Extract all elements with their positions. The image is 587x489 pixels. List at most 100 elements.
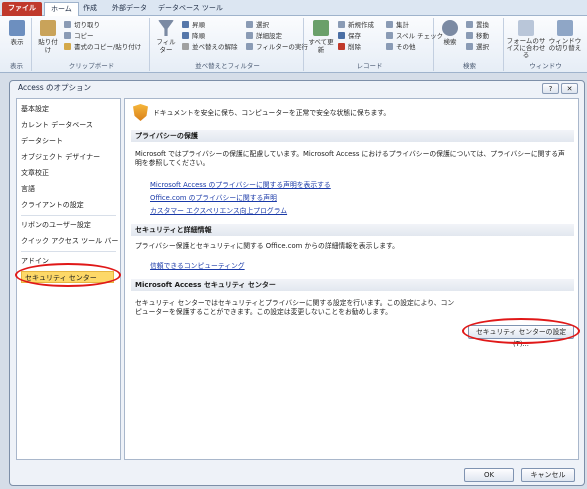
switch-windows-button[interactable]: ウィンドウの切り替え [548, 20, 582, 52]
nav-item-trust-center[interactable]: セキュリティ センター [21, 271, 114, 283]
ribbon-tab-bar: ファイル ホーム 作成 外部データ データベース ツール [0, 0, 587, 16]
sort-descending-button[interactable]: 降順 [182, 32, 205, 41]
help-button[interactable]: ? [542, 83, 559, 94]
view-button[interactable]: 表示 [5, 20, 29, 46]
tab-home[interactable]: ホーム [44, 2, 79, 16]
select-button[interactable]: 選択 [466, 43, 489, 52]
records-group: すべて更新 新規作成 保存 削除 集計 スペル チェック その他 レコード [306, 18, 443, 71]
access-options-dialog: Access のオプション ? ✕ 基本設定 カレント データベース データシー… [9, 80, 585, 486]
spelling-icon [386, 32, 393, 39]
trust-center-settings-button[interactable]: セキュリティ センターの設定(T)... [468, 325, 574, 348]
view-icon [9, 20, 25, 36]
nav-item-general[interactable]: 基本設定 [21, 103, 49, 115]
clear-sort-icon [182, 43, 189, 50]
tab-create[interactable]: 作成 [77, 2, 103, 16]
sort-ascending-button[interactable]: 昇順 [182, 21, 205, 30]
trustworthy-computing-link[interactable]: 信頼できるコンピューティング [150, 260, 245, 270]
ceip-link[interactable]: カスタマー エクスペリエンス向上プログラム [150, 205, 287, 215]
copy-icon [64, 32, 71, 39]
privacy-header: プライバシーの保護 [131, 130, 574, 142]
selection-filter-button[interactable]: 選択 [246, 21, 269, 30]
ok-button[interactable]: OK [464, 468, 514, 482]
window-group: フォームのサイズに合わせる ウィンドウの切り替え ウィンドウ [506, 18, 585, 71]
more-button[interactable]: その他 [386, 43, 416, 52]
records-group-label: レコード [356, 62, 383, 70]
nav-item-datasheet[interactable]: データシート [21, 135, 63, 147]
security-info-header: セキュリティと詳細情報 [131, 224, 574, 236]
ribbon: 表示 表示 貼り付け 切り取り コピー 書式のコピー/貼り付け クリップボード … [0, 16, 587, 73]
delete-record-button[interactable]: 削除 [338, 43, 361, 52]
clipboard-group: 貼り付け 切り取り コピー 書式のコピー/貼り付け クリップボード [34, 18, 150, 71]
goto-button[interactable]: 移動 [466, 32, 489, 41]
trust-center-header: Microsoft Access セキュリティ センター [131, 279, 574, 291]
refresh-all-button[interactable]: すべて更新 [308, 20, 334, 54]
switch-windows-icon [557, 20, 573, 36]
binoculars-icon [442, 20, 458, 36]
paste-icon [40, 20, 56, 36]
delete-icon [338, 43, 345, 50]
paste-button[interactable]: 貼り付け [36, 20, 60, 54]
nav-item-language[interactable]: 言語 [21, 183, 35, 195]
cancel-button[interactable]: キャンセル [521, 468, 575, 482]
sort-filter-group-label: 並べ替えとフィルター [195, 62, 260, 70]
nav-item-client-settings[interactable]: クライアントの設定 [21, 199, 84, 211]
save-record-button[interactable]: 保存 [338, 32, 361, 41]
toggle-filter-button[interactable]: フィルターの実行 [246, 43, 308, 52]
sort-filter-group: フィルター 昇順 降順 並べ替えの解除 選択 詳細設定 フィルターの実行 並べ替… [152, 18, 308, 71]
trust-center-panel: ドキュメントを安全に保ち、コンピューターを正常で安全な状態に保ちます。 プライバ… [124, 98, 580, 460]
tab-external-data[interactable]: 外部データ [106, 2, 153, 16]
new-icon [338, 21, 345, 28]
spelling-button[interactable]: スペル チェック [386, 32, 443, 41]
scissors-icon [64, 21, 71, 28]
nav-item-customize-ribbon[interactable]: リボンのユーザー設定 [21, 219, 91, 231]
more-icon [386, 43, 393, 50]
nav-divider [21, 251, 116, 252]
format-painter-button[interactable]: 書式のコピー/貼り付け [64, 43, 141, 52]
nav-item-current-database[interactable]: カレント データベース [21, 119, 93, 131]
intro-text: ドキュメントを安全に保ち、コンピューターを正常で安全な状態に保ちます。 [153, 109, 391, 117]
fit-window-icon [518, 20, 534, 36]
nav-divider [21, 215, 116, 216]
totals-button[interactable]: 集計 [386, 21, 409, 30]
nav-item-quick-access-toolbar[interactable]: クイック アクセス ツール バー [21, 235, 118, 247]
copy-button[interactable]: コピー [64, 32, 94, 41]
fit-to-form-button[interactable]: フォームのサイズに合わせる [506, 20, 546, 59]
nav-item-proofing[interactable]: 文章校正 [21, 167, 49, 179]
security-info-text: プライバシー保護とセキュリティに関する Office.com からの詳細情報を表… [135, 242, 399, 250]
funnel-icon [158, 20, 174, 36]
select-icon [466, 43, 473, 50]
trust-center-text: セキュリティ センターではセキュリティとプライバシーに関する設定を行います。この… [135, 299, 455, 316]
arrow-icon [466, 32, 473, 39]
view-group-label: 表示 [10, 62, 23, 70]
advanced-icon [246, 32, 253, 39]
sort-desc-icon [182, 32, 189, 39]
replace-button[interactable]: 置換 [466, 21, 489, 30]
nav-item-add-ins[interactable]: アドイン [21, 255, 49, 267]
filter-button[interactable]: フィルター [154, 20, 178, 54]
toggle-filter-icon [246, 43, 253, 50]
tab-file[interactable]: ファイル [2, 2, 42, 16]
clear-sort-button[interactable]: 並べ替えの解除 [182, 43, 238, 52]
advanced-filter-button[interactable]: 詳細設定 [246, 32, 282, 41]
sort-asc-icon [182, 21, 189, 28]
office-privacy-link[interactable]: Office.com のプライバシーに関する声明 [150, 192, 277, 202]
nav-item-object-designers[interactable]: オブジェクト デザイナー [21, 151, 100, 163]
tab-database-tools[interactable]: データベース ツール [152, 2, 229, 16]
find-button[interactable]: 検索 [438, 20, 462, 46]
shield-icon [133, 104, 148, 121]
cut-button[interactable]: 切り取り [64, 21, 100, 30]
find-group: 検索 置換 移動 選択 検索 [436, 18, 504, 71]
save-icon [338, 32, 345, 39]
close-button[interactable]: ✕ [561, 83, 578, 94]
clipboard-group-label: クリップボード [68, 62, 115, 70]
new-record-button[interactable]: 新規作成 [338, 21, 374, 30]
selection-icon [246, 21, 253, 28]
replace-icon [466, 21, 473, 28]
options-nav: 基本設定 カレント データベース データシート オブジェクト デザイナー 文章校… [16, 98, 121, 460]
sigma-icon [386, 21, 393, 28]
privacy-text: Microsoft ではプライバシーの保護に配慮しています。Microsoft … [135, 150, 565, 167]
refresh-icon [313, 20, 329, 36]
privacy-statement-link[interactable]: Microsoft Access のプライバシーに関する声明を表示する [150, 179, 331, 189]
find-group-label: 検索 [463, 62, 476, 70]
view-group: 表示 表示 [2, 18, 32, 71]
